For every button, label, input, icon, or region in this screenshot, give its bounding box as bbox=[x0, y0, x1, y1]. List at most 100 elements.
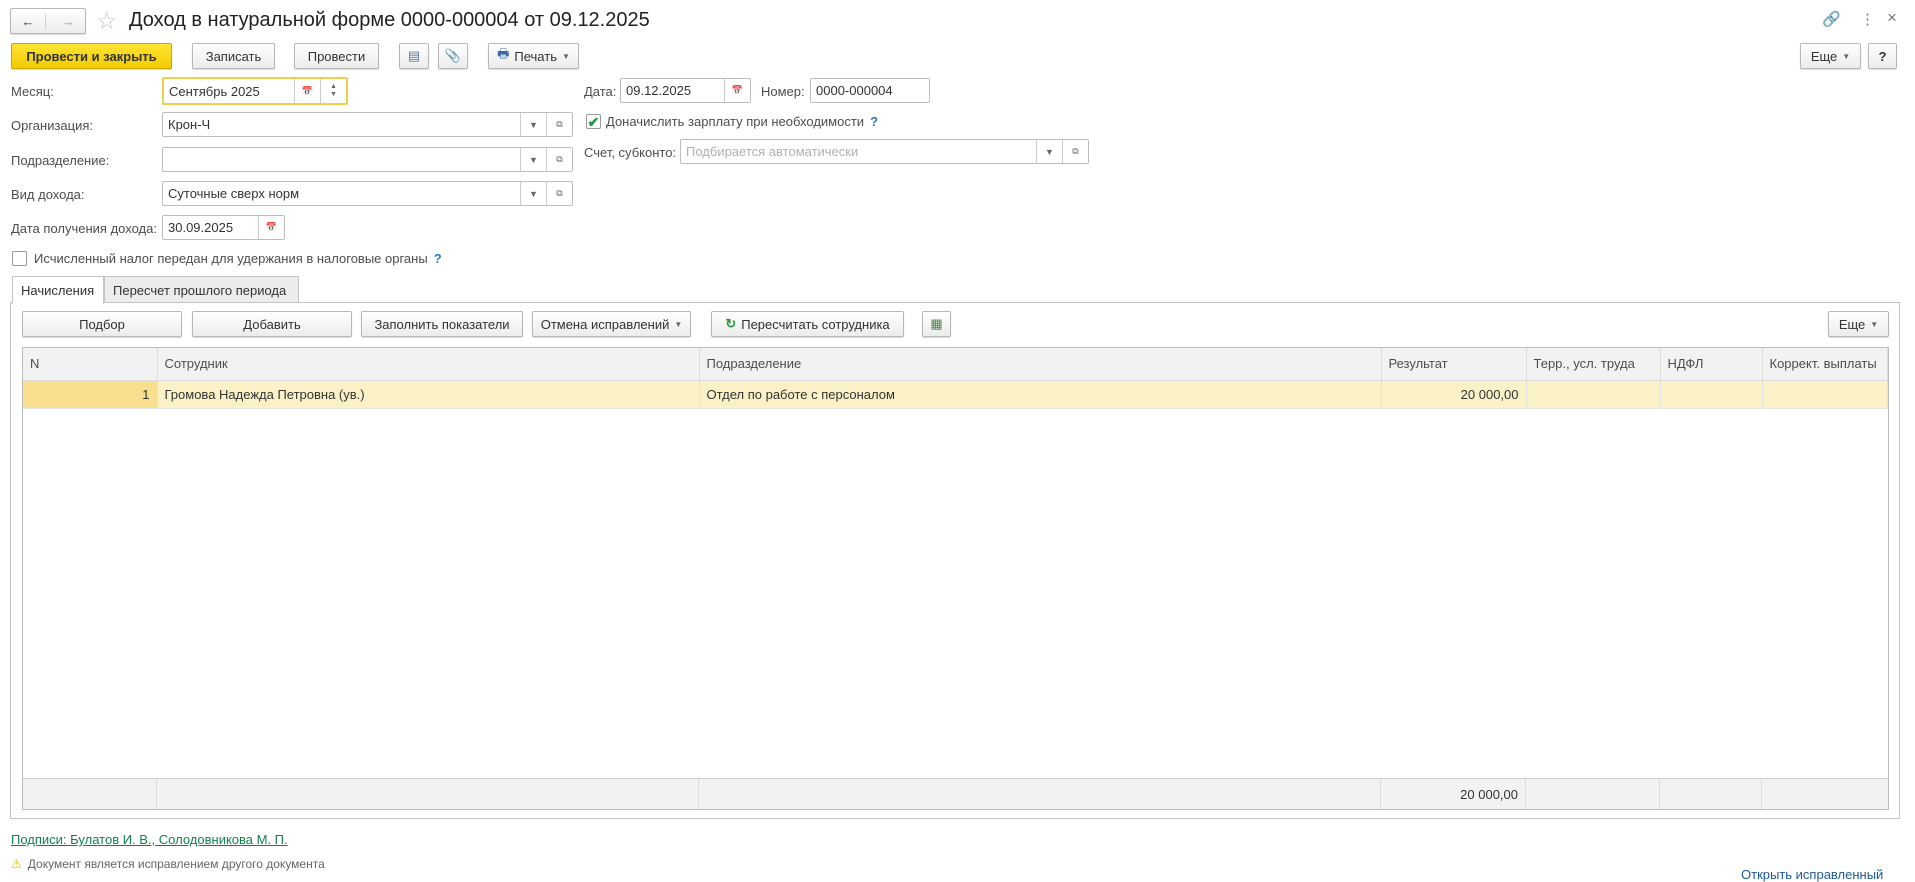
accruals-table[interactable]: N Сотрудник Подразделение Результат Терр… bbox=[22, 347, 1889, 810]
column-header-terr[interactable]: Терр., усл. труда bbox=[1526, 348, 1661, 381]
department-label: Подразделение: bbox=[11, 153, 110, 168]
cell-terr[interactable] bbox=[1526, 380, 1661, 409]
more-label: Еще bbox=[1838, 316, 1866, 332]
more-vert-icon[interactable]: ⋮ bbox=[1860, 10, 1875, 28]
attachment-icon[interactable]: 📎 bbox=[438, 43, 468, 69]
page-title: Доход в натуральной форме 0000-000004 от… bbox=[129, 9, 650, 31]
tab-recalculation[interactable]: Пересчет прошлого периода bbox=[104, 276, 299, 303]
nav-buttons: ← → bbox=[10, 8, 86, 34]
print-label: Печать bbox=[514, 48, 557, 64]
calendar-icon[interactable]: 📅 bbox=[294, 79, 320, 103]
column-header-n[interactable]: N bbox=[23, 348, 158, 381]
open-corrected-link[interactable]: Открыть исправленный bbox=[1741, 867, 1883, 882]
column-header-corr[interactable]: Коррект. выплаты bbox=[1762, 348, 1888, 381]
number-field[interactable]: 0000-000004 bbox=[810, 78, 930, 103]
cell-corr[interactable] bbox=[1762, 380, 1888, 409]
account-placeholder: Подбирается автоматически bbox=[686, 144, 859, 159]
account-field[interactable]: Подбирается автоматически ▼ ⧉ bbox=[680, 139, 1089, 164]
table-footer: 20 000,00 bbox=[23, 778, 1888, 809]
organization-field[interactable]: Крон-Ч ▼ ⧉ bbox=[162, 112, 573, 137]
open-icon[interactable]: ⧉ bbox=[546, 113, 572, 136]
link-icon[interactable]: 🔗 bbox=[1822, 10, 1841, 28]
department-field[interactable]: ▼ ⧉ bbox=[162, 147, 573, 172]
more-button[interactable]: Еще ▼ bbox=[1800, 43, 1861, 69]
column-header-department[interactable]: Подразделение bbox=[699, 348, 1382, 381]
date-field[interactable]: 09.12.2025 📅 bbox=[620, 78, 751, 103]
number-label: Номер: bbox=[761, 84, 805, 99]
account-label: Счет, субконто: bbox=[584, 145, 677, 160]
calendar-icon[interactable]: 📅 bbox=[724, 79, 750, 102]
open-icon[interactable]: ⧉ bbox=[546, 182, 572, 205]
footer-cell bbox=[23, 779, 157, 809]
recalc-label: Пересчитать сотрудника bbox=[741, 316, 890, 332]
chevron-down-icon[interactable]: ▼ bbox=[1036, 140, 1062, 163]
open-icon[interactable]: ⧉ bbox=[1062, 140, 1088, 163]
chevron-down-icon[interactable]: ▼ bbox=[520, 148, 546, 171]
income-type-field[interactable]: Суточные сверх норм ▼ ⧉ bbox=[162, 181, 573, 206]
favorite-star-icon[interactable]: ☆ bbox=[96, 7, 118, 36]
add-row-table-icon[interactable]: ▦ bbox=[922, 311, 951, 337]
chevron-down-icon[interactable]: ▼ bbox=[520, 182, 546, 205]
table-row[interactable]: 1 Громова Надежда Петровна (ув.) Отдел п… bbox=[23, 380, 1888, 409]
tax-transferred-text: Исчисленный налог передан для удержания … bbox=[34, 251, 428, 266]
cell-department[interactable]: Отдел по работе с персоналом bbox=[699, 380, 1382, 409]
income-date-label: Дата получения дохода: bbox=[11, 221, 157, 236]
chevron-down-icon: ▼ bbox=[1870, 319, 1879, 329]
recalc-employee-button[interactable]: ↻ Пересчитать сотрудника bbox=[711, 311, 904, 337]
select-button[interactable]: Подбор bbox=[22, 311, 182, 337]
warning-text: Документ является исправлением другого д… bbox=[27, 857, 325, 871]
month-stepper[interactable]: ▲ ▼ bbox=[320, 79, 346, 103]
post-and-close-button[interactable]: Провести и закрыть bbox=[11, 43, 172, 69]
footer-cell bbox=[1762, 779, 1888, 809]
tab-accruals[interactable]: Начисления bbox=[12, 276, 104, 304]
accruals-grid: N Сотрудник Подразделение Результат Терр… bbox=[23, 348, 1888, 409]
printer-icon: 🖶 bbox=[497, 46, 510, 61]
table-more-button[interactable]: Еще ▼ bbox=[1828, 311, 1889, 337]
help-button[interactable]: ? bbox=[1868, 43, 1897, 69]
fill-indicators-button[interactable]: Заполнить показатели bbox=[361, 311, 523, 337]
chevron-down-icon: ▼ bbox=[674, 319, 683, 329]
footer-cell bbox=[157, 779, 699, 809]
cancel-corrections-label: Отмена исправлений bbox=[540, 316, 670, 332]
save-button[interactable]: Записать bbox=[192, 43, 275, 69]
tax-transferred-checkbox[interactable] bbox=[12, 251, 27, 266]
tax-transferred-label: Исчисленный налог передан для удержания … bbox=[34, 251, 442, 266]
help-icon[interactable]: ? bbox=[434, 251, 442, 266]
forward-button[interactable]: → bbox=[51, 14, 85, 29]
back-button[interactable]: ← bbox=[11, 13, 46, 29]
income-date-field[interactable]: 30.09.2025 📅 bbox=[162, 215, 285, 240]
chevron-down-icon: ▼ bbox=[561, 51, 570, 61]
chevron-down-icon[interactable]: ▼ bbox=[520, 113, 546, 136]
add-button[interactable]: Добавить bbox=[192, 311, 352, 337]
month-label: Месяц: bbox=[11, 84, 54, 99]
footer-total-result: 20 000,00 bbox=[1381, 779, 1526, 809]
month-field[interactable]: Сентябрь 2025 📅 ▲ ▼ bbox=[162, 77, 348, 105]
date-label: Дата: bbox=[584, 84, 617, 99]
print-button[interactable]: 🖶 Печать ▼ bbox=[488, 43, 579, 69]
post-button[interactable]: Провести bbox=[294, 43, 379, 69]
signatures-link[interactable]: Подписи: Булатов И. В., Солодовникова М.… bbox=[11, 832, 288, 847]
month-value: Сентябрь 2025 bbox=[169, 83, 260, 99]
calendar-icon[interactable]: 📅 bbox=[258, 216, 284, 239]
cell-n[interactable]: 1 bbox=[23, 380, 158, 409]
accrue-salary-checkbox[interactable]: ✔ bbox=[586, 114, 601, 129]
chevron-down-icon: ▼ bbox=[1842, 51, 1851, 61]
accrue-salary-text: Доначислить зарплату при необходимости bbox=[606, 114, 865, 129]
warning-icon: ⚠ bbox=[11, 857, 22, 871]
refresh-icon: ↻ bbox=[725, 316, 737, 331]
report-icon[interactable]: ▤ bbox=[399, 43, 429, 69]
table-header: N Сотрудник Подразделение Результат Терр… bbox=[23, 348, 1888, 381]
income-type-label: Вид дохода: bbox=[11, 187, 85, 202]
help-icon[interactable]: ? bbox=[870, 114, 878, 129]
column-header-result[interactable]: Результат bbox=[1381, 348, 1527, 381]
footer-cell bbox=[1660, 779, 1762, 809]
column-header-ndfl[interactable]: НДФЛ bbox=[1660, 348, 1763, 381]
cell-ndfl[interactable] bbox=[1660, 380, 1763, 409]
close-icon[interactable]: × bbox=[1887, 8, 1897, 28]
footer-cell bbox=[1526, 779, 1660, 809]
column-header-employee[interactable]: Сотрудник bbox=[157, 348, 700, 381]
cell-result[interactable]: 20 000,00 bbox=[1381, 380, 1527, 409]
open-icon[interactable]: ⧉ bbox=[546, 148, 572, 171]
cancel-corrections-button[interactable]: Отмена исправлений ▼ bbox=[532, 311, 691, 337]
cell-employee[interactable]: Громова Надежда Петровна (ув.) bbox=[157, 380, 700, 409]
